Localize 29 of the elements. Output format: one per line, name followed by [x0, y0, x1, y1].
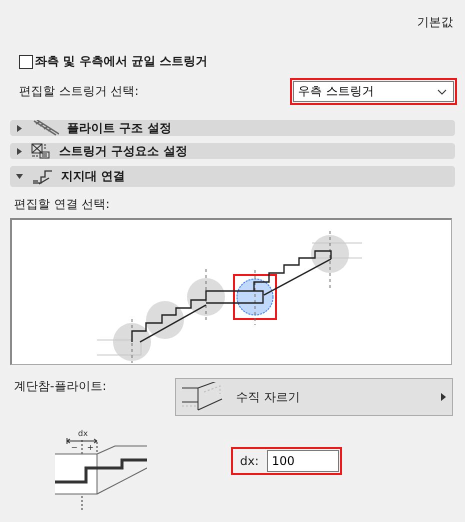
landing-flight-button[interactable]: 수직 자르기 [175, 378, 453, 416]
triangle-right-icon [441, 393, 446, 401]
dx-input[interactable]: 100 [266, 450, 339, 472]
stringer-dropdown[interactable]: 우측 스트링거 [290, 78, 457, 105]
stringer-components-icon [31, 143, 51, 159]
checkbox[interactable] [19, 54, 33, 68]
connection-point[interactable] [113, 323, 151, 361]
connection-point[interactable] [311, 235, 349, 273]
connection-point[interactable] [236, 278, 274, 316]
section-header[interactable]: 플라이트 구조 설정 [10, 120, 455, 136]
triangle-right-icon [16, 148, 23, 154]
triangle-right-icon [16, 124, 23, 132]
defaults-label[interactable]: 기본값 [417, 14, 453, 31]
section-header[interactable]: 스트링거 구성요소 설정 [10, 143, 455, 159]
dx-label: dx: [240, 454, 259, 468]
chevron-down-icon [437, 88, 447, 94]
uniform-stringer-checkbox[interactable]: 좌측 및 우측에서 균일 스트링거 [19, 53, 455, 70]
checkbox-label: 좌측 및 우측에서 균일 스트링거 [35, 53, 208, 70]
stair-step-icon [31, 168, 53, 184]
stringer-select-label: 편집할 스트링거 선택: [19, 83, 139, 100]
section-header[interactable]: 지지대 연결 [10, 166, 455, 187]
connection-select-label: 편집할 연결 선택: [14, 196, 111, 213]
offset-drawing: dx − + [55, 428, 147, 510]
stair-flight-icon [31, 120, 59, 136]
selection-frame [233, 274, 277, 320]
landing-flight-label: 계단참-플라이트: [14, 378, 106, 395]
connection-point[interactable] [187, 278, 225, 316]
connection-point[interactable] [146, 301, 184, 339]
triangle-down-icon [16, 173, 23, 180]
